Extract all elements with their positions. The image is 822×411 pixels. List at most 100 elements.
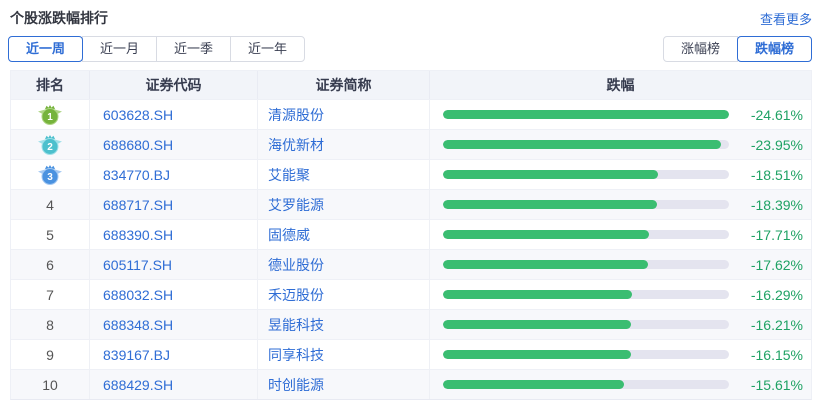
change-bar: [443, 260, 648, 269]
tab-last-year[interactable]: 近一年: [230, 36, 305, 62]
svg-text:2: 2: [47, 142, 53, 153]
change-bar: [443, 350, 631, 359]
table-row: 8 688348.SH 昱能科技 -16.21%: [11, 309, 811, 339]
rank-cell: 2: [11, 130, 90, 159]
tab-last-month[interactable]: 近一月: [82, 36, 157, 62]
rank-cell: 10: [11, 370, 90, 399]
ranking-table: 排名 证券代码 证券简称 跌幅 1 603628.SH 清源股份 -24.61%…: [10, 70, 812, 400]
change-bar: [443, 230, 649, 239]
stock-code-link[interactable]: 603628.SH: [90, 100, 258, 129]
svg-text:3: 3: [47, 172, 53, 183]
rank-cell: 9: [11, 340, 90, 369]
rank-cell: 6: [11, 250, 90, 279]
change-bar: [443, 200, 657, 209]
bar-track: [443, 290, 729, 299]
tab-losers[interactable]: 跌幅榜: [737, 36, 812, 62]
table-row: 7 688032.SH 禾迈股份 -16.29%: [11, 279, 811, 309]
stock-code-link[interactable]: 688348.SH: [90, 310, 258, 339]
bar-track: [443, 170, 729, 179]
stock-name-link[interactable]: 海优新材: [258, 130, 430, 159]
medal-rank-1-icon: 1: [37, 104, 63, 126]
change-cell: -16.15%: [430, 340, 811, 369]
change-cell: -17.71%: [430, 220, 811, 249]
col-header-name: 证券简称: [258, 71, 430, 99]
change-cell: -16.21%: [430, 310, 811, 339]
change-bar: [443, 170, 658, 179]
change-bar: [443, 140, 721, 149]
change-value: -23.95%: [739, 137, 803, 153]
change-cell: -18.39%: [430, 190, 811, 219]
medal-rank-3-icon: 3: [37, 164, 63, 186]
stock-name-link[interactable]: 同享科技: [258, 340, 430, 369]
col-header-rank: 排名: [11, 71, 90, 99]
medal-rank-2-icon: 2: [37, 134, 63, 156]
stock-code-link[interactable]: 605117.SH: [90, 250, 258, 279]
change-value: -18.39%: [739, 197, 803, 213]
bar-track: [443, 260, 729, 269]
table-row: 9 839167.BJ 同享科技 -16.15%: [11, 339, 811, 369]
stock-code-link[interactable]: 688680.SH: [90, 130, 258, 159]
stock-code-link[interactable]: 834770.BJ: [90, 160, 258, 189]
col-header-change: 跌幅: [430, 71, 811, 99]
rank-cell: 7: [11, 280, 90, 309]
change-bar: [443, 110, 729, 119]
page-title: 个股涨跌幅排行: [10, 8, 108, 28]
table-row: 5 688390.SH 固德威 -17.71%: [11, 219, 811, 249]
change-value: -24.61%: [739, 107, 803, 123]
bar-track: [443, 350, 729, 359]
stock-code-link[interactable]: 688717.SH: [90, 190, 258, 219]
svg-text:1: 1: [47, 112, 53, 123]
tab-last-quarter[interactable]: 近一季: [156, 36, 231, 62]
bar-track: [443, 140, 729, 149]
stock-code-link[interactable]: 688390.SH: [90, 220, 258, 249]
stock-name-link[interactable]: 艾罗能源: [258, 190, 430, 219]
stock-name-link[interactable]: 德业股份: [258, 250, 430, 279]
table-row: 4 688717.SH 艾罗能源 -18.39%: [11, 189, 811, 219]
stock-name-link[interactable]: 昱能科技: [258, 310, 430, 339]
table-row: 6 605117.SH 德业股份 -17.62%: [11, 249, 811, 279]
view-more-link[interactable]: 查看更多: [760, 9, 812, 28]
bar-track: [443, 200, 729, 209]
toolbar: 近一周 近一月 近一季 近一年 涨幅榜 跌幅榜: [0, 28, 822, 62]
change-value: -17.71%: [739, 227, 803, 243]
change-bar: [443, 290, 632, 299]
board-tab-group: 涨幅榜 跌幅榜: [663, 36, 812, 62]
period-tab-group: 近一周 近一月 近一季 近一年: [8, 36, 305, 62]
change-bar: [443, 380, 624, 389]
bar-track: [443, 380, 729, 389]
stock-code-link[interactable]: 688032.SH: [90, 280, 258, 309]
table-row: 1 603628.SH 清源股份 -24.61%: [11, 99, 811, 129]
rank-cell: 3: [11, 160, 90, 189]
rank-cell: 5: [11, 220, 90, 249]
stock-code-link[interactable]: 688429.SH: [90, 370, 258, 399]
table-header-row: 排名 证券代码 证券简称 跌幅: [11, 71, 811, 99]
bar-track: [443, 320, 729, 329]
table-row: 2 688680.SH 海优新材 -23.95%: [11, 129, 811, 159]
change-value: -16.21%: [739, 317, 803, 333]
change-cell: -23.95%: [430, 130, 811, 159]
bar-track: [443, 110, 729, 119]
change-value: -17.62%: [739, 257, 803, 273]
change-cell: -15.61%: [430, 370, 811, 399]
panel-header: 个股涨跌幅排行 查看更多: [0, 0, 822, 28]
stock-name-link[interactable]: 清源股份: [258, 100, 430, 129]
change-value: -18.51%: [739, 167, 803, 183]
stock-name-link[interactable]: 时创能源: [258, 370, 430, 399]
stock-name-link[interactable]: 艾能聚: [258, 160, 430, 189]
stock-name-link[interactable]: 固德威: [258, 220, 430, 249]
change-cell: -17.62%: [430, 250, 811, 279]
tab-last-week[interactable]: 近一周: [8, 36, 83, 62]
bar-track: [443, 230, 729, 239]
rank-cell: 1: [11, 100, 90, 129]
rank-cell: 8: [11, 310, 90, 339]
tab-gainers[interactable]: 涨幅榜: [663, 36, 738, 62]
stock-code-link[interactable]: 839167.BJ: [90, 340, 258, 369]
change-value: -16.29%: [739, 287, 803, 303]
change-cell: -16.29%: [430, 280, 811, 309]
stock-name-link[interactable]: 禾迈股份: [258, 280, 430, 309]
stock-ranking-panel: 个股涨跌幅排行 查看更多 近一周 近一月 近一季 近一年 涨幅榜 跌幅榜 排名 …: [0, 0, 822, 411]
table-body: 1 603628.SH 清源股份 -24.61% 2 688680.SH 海优新…: [11, 99, 811, 399]
col-header-code: 证券代码: [90, 71, 258, 99]
change-value: -16.15%: [739, 347, 803, 363]
rank-cell: 4: [11, 190, 90, 219]
